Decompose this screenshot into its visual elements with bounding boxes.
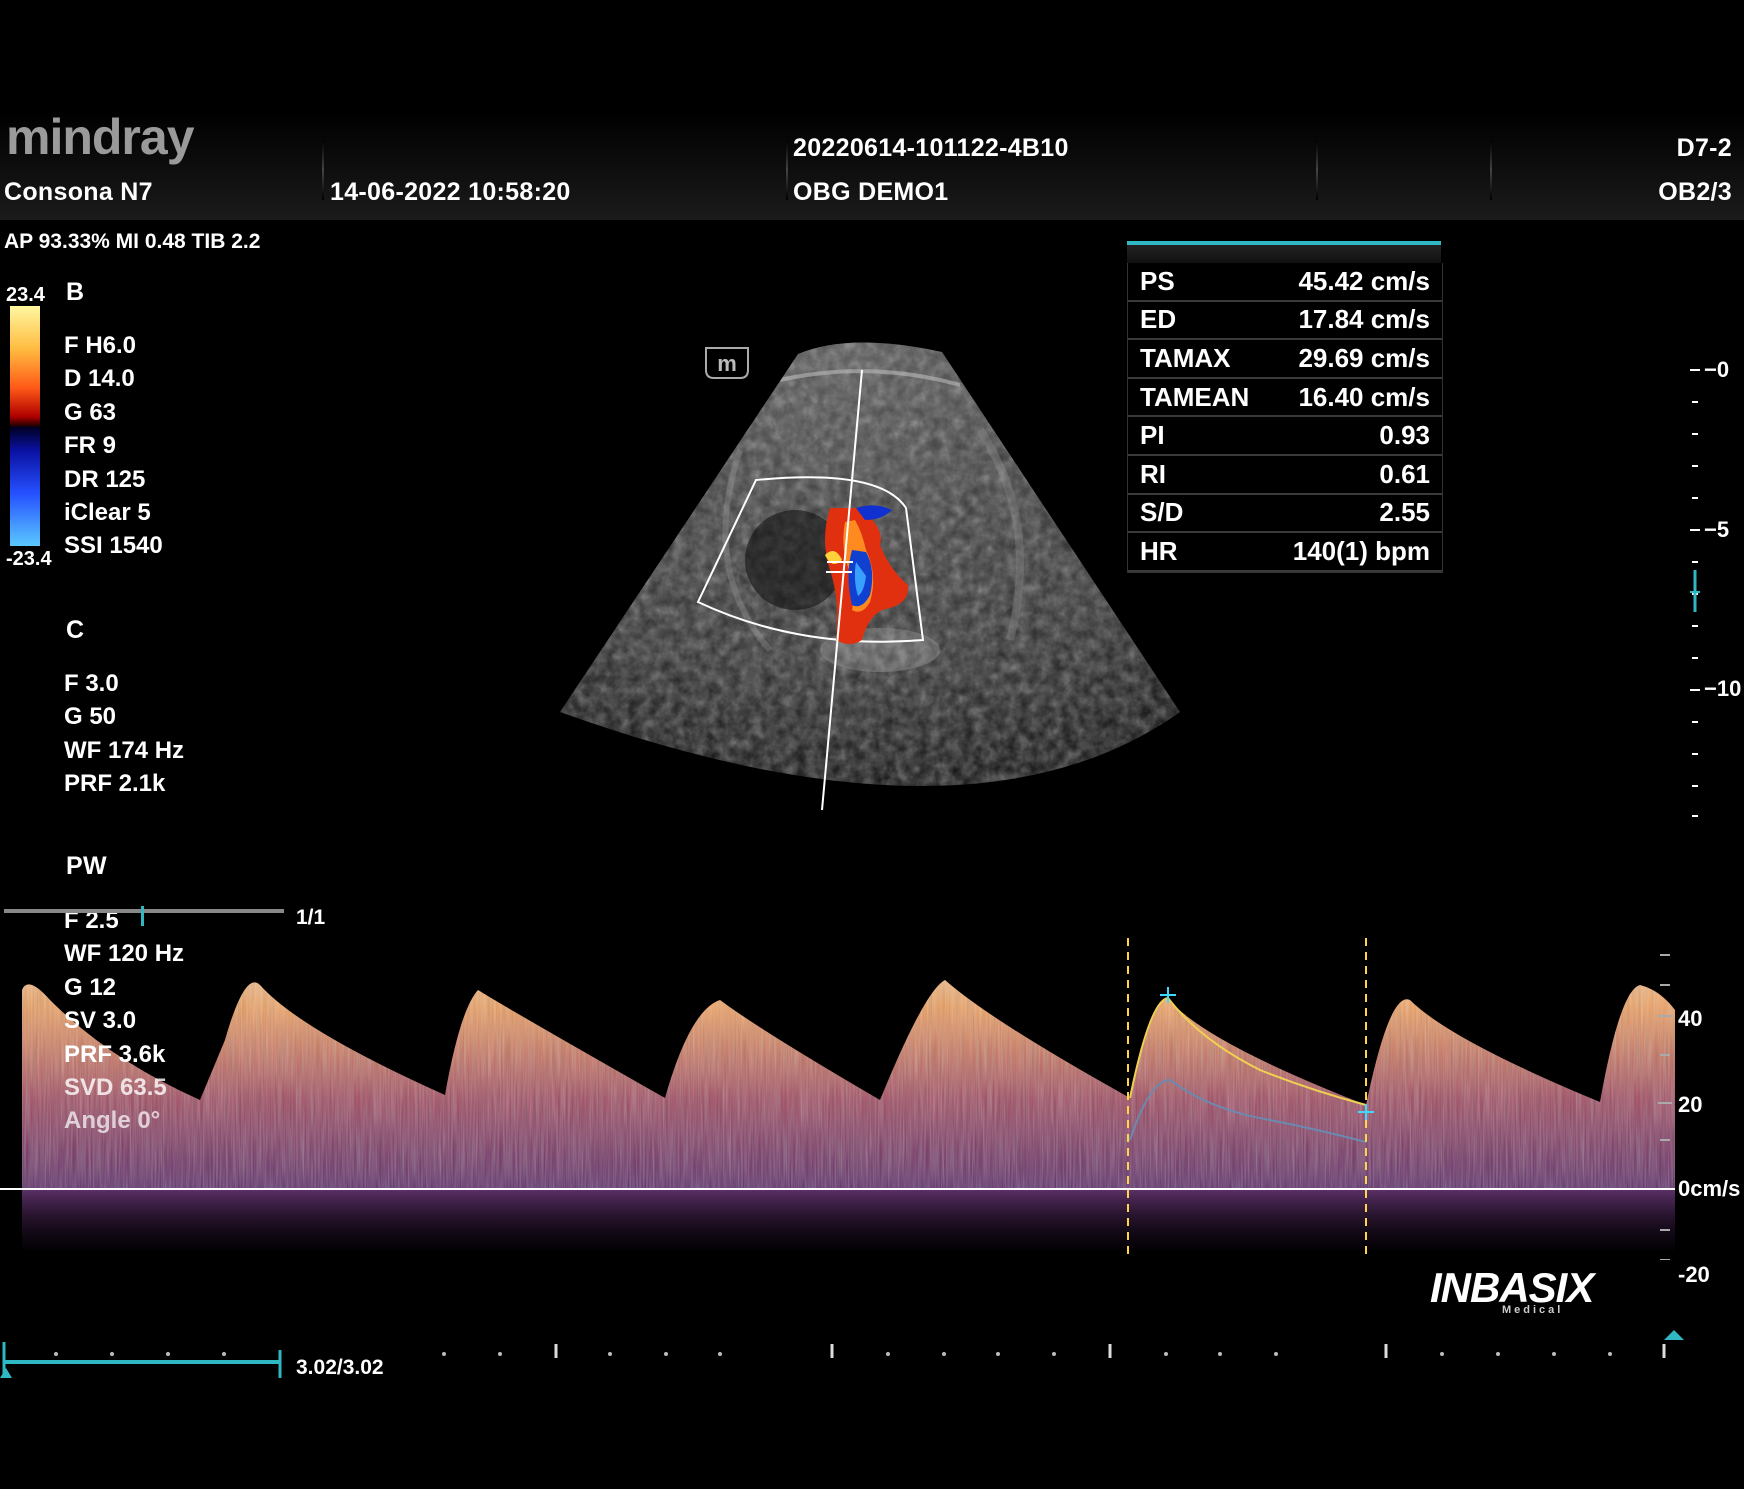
c-mode-title: C [66,616,85,644]
inbasix-logo: INBASIX Medical [1430,1264,1594,1316]
measurement-row: TAMEAN 16.40 cm/s [1128,377,1442,418]
param: G 63 [64,398,117,426]
spectrum-scrollbar[interactable] [4,909,284,913]
probe-marker-label: m [717,351,737,376]
velocity-label: 40 [1678,1006,1703,1031]
param: iClear 5 [64,499,151,527]
param: D 14.0 [64,365,135,393]
header-separator [1316,140,1318,200]
measurement-value: 2.55 [1270,493,1442,534]
c-mode-params: F 3.0 G 50 WF 174 Hz PRF 2.1k [64,667,184,801]
param: WF 174 Hz [64,736,185,764]
measurement-table: PS 45.42 cm/s ED 17.84 cm/s TAMAX 29.69 cm/s T… [1128,263,1442,572]
measurement-value: 45.42 cm/s [1270,263,1442,302]
measurement-label: PS [1128,263,1271,302]
velocity-label: -20 [1678,1262,1710,1287]
param: PRF 3.6k [64,1040,166,1068]
color-bar-max: 23.4 [6,284,45,306]
device-model: Consona N7 [4,178,153,206]
depth-scale [1686,360,1726,820]
patient-name: OBG DEMO1 [793,178,949,206]
measurement-row: PI 0.93 [1128,416,1442,456]
ultrasound-image: m [560,342,1180,811]
depth-label: −10 [1704,676,1742,701]
exam-preset: OB2/3 [1658,178,1732,206]
doppler-spectrum [0,938,1675,1260]
measurement-value: 29.69 cm/s [1270,339,1442,379]
b-mode-params: F H6.0 D 14.0 G 63 FR 9 DR 125 iClear 5 … [64,329,163,563]
measurement-value: 140(1) bpm [1270,532,1442,572]
measurement-row: RI 0.61 [1128,454,1442,495]
header-separator [786,140,788,200]
color-velocity-bar [10,306,40,546]
measurement-label: PI [1128,416,1271,456]
probe-name: D7-2 [1676,134,1732,162]
header-separator [1490,140,1492,200]
measurement-value: 16.40 cm/s [1270,377,1442,418]
velocity-label: 0cm/s [1678,1176,1741,1201]
param: SSI 1540 [64,532,163,560]
cine-timeline [0,1330,1684,1378]
param: F 3.0 [64,670,119,697]
scroll-count: 1/1 [296,906,326,929]
depth-label: −5 [1704,517,1730,542]
param: WF 120 Hz [64,940,185,968]
measurement-label: HR [1128,532,1271,572]
measurement-row: TAMAX 29.69 cm/s [1128,339,1442,379]
probe-marker: m [705,347,749,379]
pw-mode-params: F 2.5 WF 120 Hz G 12 SV 3.0 PRF 3.6k SVD… [64,904,184,1138]
param: PRF 2.1k [64,770,166,798]
measurement-label: ED [1128,300,1271,341]
param: Angle 0° [64,1107,161,1135]
spectral-waveform [22,980,1675,1250]
measurement-panel: PS 45.42 cm/s ED 17.84 cm/s TAMAX 29.69 cm/s T… [1127,263,1443,573]
measurement-row: ED 17.84 cm/s [1128,300,1442,341]
param: FR 9 [64,432,117,460]
measurement-row: S/D 2.55 [1128,493,1442,534]
b-mode-title: B [66,278,85,306]
param: SVD 63.5 [64,1074,167,1102]
study-id: 20220614-101122-4B10 [793,134,1069,162]
measurement-header [1127,245,1441,263]
param: DR 125 [64,465,146,493]
acoustic-output: AP 93.33% MI 0.48 TIB 2.2 [4,230,261,253]
measurement-row: HR 140(1) bpm [1128,532,1442,572]
measurement-value: 0.93 [1270,416,1442,456]
velocity-label: 20 [1678,1092,1703,1117]
param: SV 3.0 [64,1007,137,1035]
measurement-label: S/D [1128,493,1271,534]
header-separator [322,140,324,200]
measurement-label: TAMEAN [1128,377,1271,418]
cine-frame-counter: 3.02/3.02 [296,1356,384,1379]
measurement-label: TAMAX [1128,339,1271,379]
measurement-value: 0.61 [1270,454,1442,495]
brand-logo: mindray [6,109,195,165]
measurement-row: PS 45.42 cm/s [1128,263,1442,302]
depth-label: −0 [1704,357,1730,382]
exam-datetime: 14-06-2022 10:58:20 [330,178,571,206]
pw-mode-title: PW [66,852,107,880]
measurement-label: RI [1128,454,1271,495]
spectrum-scroll-handle[interactable] [141,906,144,926]
param: G 12 [64,973,117,1001]
param: F H6.0 [64,332,137,359]
color-bar-min: -23.4 [6,548,52,570]
param: G 50 [64,703,117,731]
measurement-value: 17.84 cm/s [1270,300,1442,341]
